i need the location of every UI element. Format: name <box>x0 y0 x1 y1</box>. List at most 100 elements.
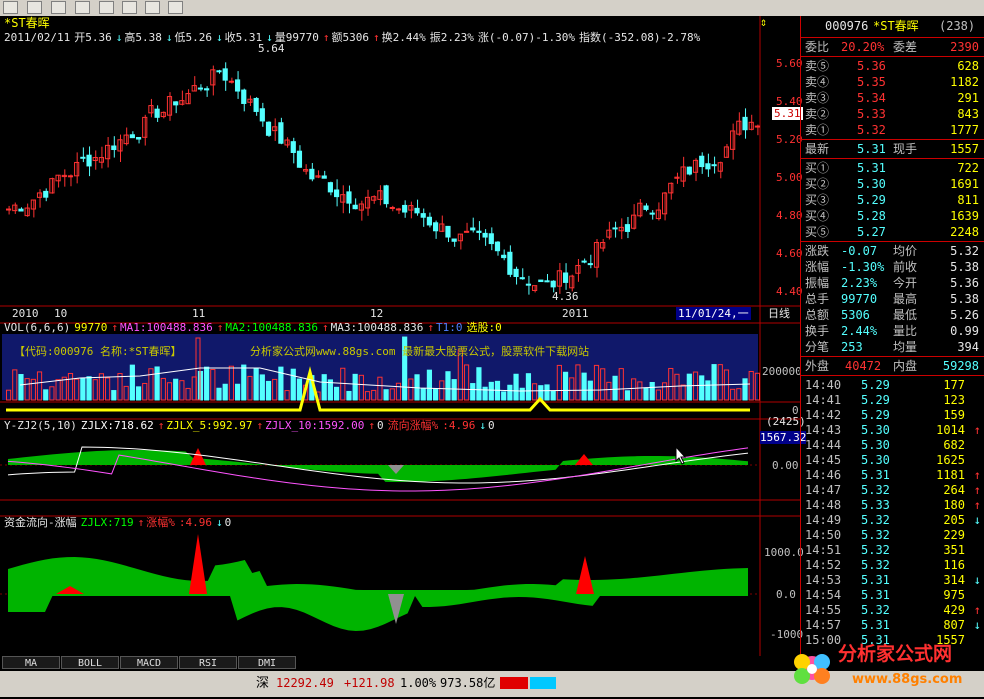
chart-canvas[interactable] <box>0 16 800 656</box>
stat-row[interactable]: 分笔 253 均量 394 <box>801 339 984 355</box>
tick-direction-icon: ↑ <box>973 423 981 437</box>
tick-row[interactable]: 14:48 5.33 180 ↑ <box>801 497 984 513</box>
stat-label2: 最低 <box>893 308 918 322</box>
buy-row[interactable]: 买② 5.30 1691 <box>801 176 984 192</box>
logo-text: 分析家公式网 <box>838 643 953 665</box>
infoLine-part: 开5.36 <box>74 31 112 44</box>
buy-row[interactable]: 买③ 5.29 811 <box>801 192 984 208</box>
chart-area[interactable]: *ST春晖 ⇕ 2011/02/11 开5.36 ↓ 高5.38 ↓ 低5.26 ↓ 收5.3… <box>0 16 807 656</box>
latest-row[interactable]: 最新 5.31 现手 1557 <box>801 141 984 157</box>
candle-body <box>754 125 760 128</box>
sell-row[interactable]: 卖③ 5.34 291 <box>801 90 984 106</box>
period-label[interactable]: 日线 <box>768 307 790 320</box>
latest-price: 5.31 <box>857 142 886 156</box>
sell-row[interactable]: 卖② 5.33 843 <box>801 106 984 122</box>
tick-row[interactable]: 14:53 5.31 314 ↓ <box>801 572 984 588</box>
infoLine-part: 2011/02/11 <box>4 31 71 44</box>
tick-row[interactable]: 14:44 5.30 682 <box>801 437 984 453</box>
toolbar-button-2[interactable] <box>27 1 42 14</box>
sell-row[interactable]: 卖④ 5.35 1182 <box>801 74 984 90</box>
candle-body <box>414 207 420 214</box>
ind2Title-part: ZJLX:719 <box>80 516 134 529</box>
sell-vol: 1182 <box>950 75 979 89</box>
tick-direction-icon: ↑ <box>973 483 981 497</box>
toolbar-button-1[interactable] <box>3 1 18 14</box>
candle-body <box>327 182 333 193</box>
candle-body <box>717 162 723 172</box>
candle-body <box>111 145 117 151</box>
toolbar-button-6[interactable] <box>122 1 137 14</box>
ind2-tick-bottom: -1000 <box>770 628 804 641</box>
candle-body <box>395 208 402 211</box>
candle-body <box>216 70 222 73</box>
stat-row[interactable]: 总额 5306 最低 5.26 <box>801 307 984 323</box>
stat-row[interactable]: 总手 99770 最高 5.38 <box>801 291 984 307</box>
weibi-row[interactable]: 委比 20.20% 委差 2390 <box>801 39 984 55</box>
tick-row[interactable]: 14:51 5.32 351 <box>801 542 984 558</box>
tick-row[interactable]: 14:57 5.31 807 ↓ <box>801 617 984 633</box>
ind1Title-part: ↑ <box>256 419 264 432</box>
toolbar-button-7[interactable] <box>145 1 160 14</box>
candle-body <box>606 229 612 238</box>
candle-body <box>575 264 581 274</box>
candle-body <box>643 205 649 210</box>
volume-bar <box>742 378 748 401</box>
candle-body <box>488 233 494 245</box>
tab-ma[interactable]: MA <box>2 656 60 669</box>
buy-row[interactable]: 买⑤ 5.27 2248 <box>801 224 984 240</box>
toolbar-button-5[interactable] <box>99 1 114 14</box>
resize-icon[interactable]: ⇕ <box>760 16 767 29</box>
infoLine-part: 收5.31 <box>224 31 263 44</box>
tab-macd[interactable]: MACD <box>120 656 178 669</box>
toolbar-button-8[interactable] <box>168 1 183 14</box>
candle-body <box>18 208 24 212</box>
tick-row[interactable]: 14:55 5.32 429 ↑ <box>801 602 984 618</box>
toolbar-button-3[interactable] <box>51 1 66 14</box>
buy-row[interactable]: 买① 5.31 722 <box>801 160 984 176</box>
stat-row[interactable]: 振幅 2.23% 今开 5.36 <box>801 275 984 291</box>
candle-body <box>742 116 748 131</box>
tick-row[interactable]: 14:45 5.30 1625 <box>801 452 984 468</box>
sell-row[interactable]: 卖① 5.32 1777 <box>801 122 984 138</box>
volume-bar <box>333 386 340 401</box>
price-tick: 5.60 <box>776 57 803 70</box>
tick-vol: 159 <box>943 408 965 422</box>
tick-time: 14:47 <box>805 483 842 497</box>
volume-bar <box>241 364 247 401</box>
stat-row[interactable]: 换手 2.44% 量比 0.99 <box>801 323 984 339</box>
infoLine-part: 振2.23% <box>429 31 474 44</box>
tick-vol: 123 <box>943 393 965 407</box>
tab-dmi[interactable]: DMI <box>238 656 296 669</box>
volume-bar <box>129 364 135 401</box>
tick-row[interactable]: 14:43 5.30 1014 ↑ <box>801 422 984 438</box>
stat-value: 5306 <box>841 308 870 322</box>
tick-row[interactable]: 14:41 5.29 123 <box>801 392 984 408</box>
stat-row[interactable]: 涨幅 -1.30% 前收 5.38 <box>801 259 984 275</box>
volume-bar <box>581 372 587 401</box>
tick-row[interactable]: 14:52 5.32 116 <box>801 557 984 573</box>
tick-row[interactable]: 14:49 5.32 205 ↓ <box>801 512 984 528</box>
candle-body <box>389 206 395 209</box>
tick-row[interactable]: 14:47 5.32 264 ↑ <box>801 482 984 498</box>
candle-body <box>624 224 631 232</box>
tick-time: 14:40 <box>805 378 842 392</box>
tick-row[interactable]: 14:50 5.32 229 <box>801 527 984 543</box>
tick-vol: 351 <box>943 543 965 557</box>
tick-row[interactable]: 14:40 5.29 177 <box>801 377 984 393</box>
stat-row[interactable]: 涨跌 -0.07 均价 5.32 <box>801 243 984 259</box>
toolbar-button-4[interactable] <box>75 1 90 14</box>
tab-boll[interactable]: BOLL <box>61 656 119 669</box>
buy-row[interactable]: 买④ 5.28 1639 <box>801 208 984 224</box>
tick-row[interactable]: 14:46 5.31 1181 ↑ <box>801 467 984 483</box>
infoLine-part: 高5.38 <box>124 31 162 44</box>
sell-label: 卖② <box>805 107 830 121</box>
tab-rsi[interactable]: RSI <box>179 656 237 669</box>
candle-body <box>241 89 247 104</box>
sell-row[interactable]: 卖⑤ 5.36 628 <box>801 58 984 74</box>
tick-row[interactable]: 14:42 5.29 159 <box>801 407 984 423</box>
outer-inner-row[interactable]: 外盘 40472 内盘 59298 <box>801 358 984 374</box>
date-tick: 2010 <box>12 307 39 320</box>
tick-row[interactable]: 14:54 5.31 975 <box>801 587 984 603</box>
ind1Title-part: Y-ZJ2(5,10) <box>4 419 77 432</box>
tick-vol: 807 <box>943 618 965 632</box>
